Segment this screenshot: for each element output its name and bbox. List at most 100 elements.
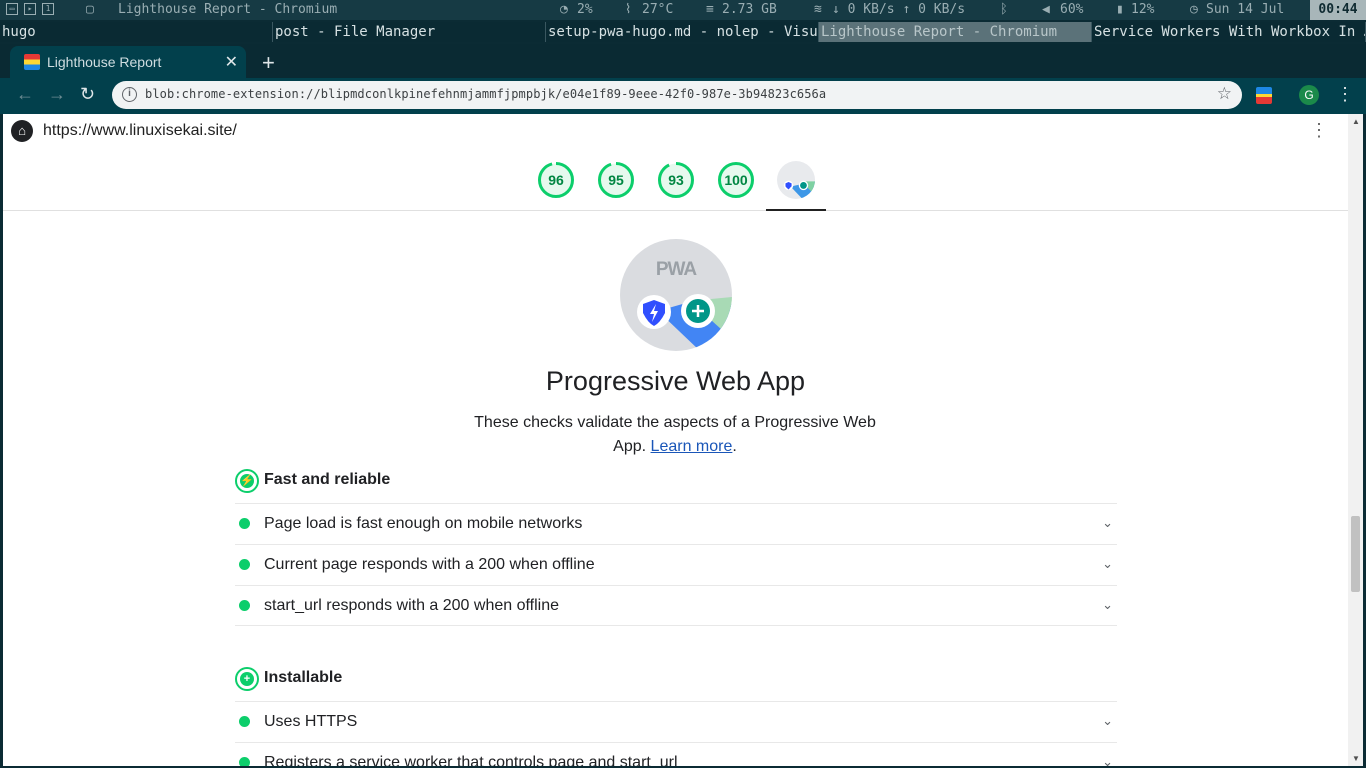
- audit-title: Page load is fast enough on mobile netwo…: [264, 515, 583, 532]
- lighthouse-favicon-icon: [24, 54, 40, 70]
- fast-reliable-icon: ⚡: [235, 469, 259, 493]
- audit-title: Uses HTTPS: [264, 713, 358, 730]
- gauge-best-practices[interactable]: 93: [657, 161, 695, 199]
- lighthouse-logo-icon: ⌂: [11, 120, 33, 142]
- cpu-usage: 2%: [577, 2, 593, 17]
- memory-usage: 2.73 GB: [722, 2, 777, 17]
- audit-row[interactable]: Page load is fast enough on mobile netwo…: [235, 503, 1117, 544]
- score-gauges: 96 95 93 100: [3, 146, 1348, 211]
- time: 00:44: [1310, 0, 1366, 20]
- installable-icon: +: [235, 667, 259, 691]
- audit-list: Uses HTTPS ⌄ Registers a service worker …: [235, 701, 1117, 766]
- pass-indicator: [239, 600, 250, 611]
- audit-row[interactable]: Current page responds with a 200 when of…: [235, 544, 1117, 585]
- gauge-value: 96: [548, 172, 564, 188]
- window-item[interactable]: Service Workers With Workbox In …: [1092, 22, 1366, 42]
- workspace-icon[interactable]: ▭: [6, 3, 18, 15]
- chevron-down-icon[interactable]: ⌄: [1102, 515, 1113, 531]
- window-list: hugo post - File Manager setup-pwa-hugo.…: [0, 22, 1366, 42]
- browser-menu-icon[interactable]: ⋮: [1336, 84, 1354, 105]
- group-header: + Installable: [235, 667, 1117, 697]
- category-title: Progressive Web App: [545, 366, 806, 396]
- audit-list: Page load is fast enough on mobile netwo…: [235, 503, 1117, 626]
- category-description: These checks validate the aspects of a P…: [474, 414, 876, 455]
- system-top-bar: ▭ ▸ 1 ▢ Lighthouse Report - Chromium ◔ 2…: [0, 0, 1366, 20]
- audit-row[interactable]: start_url responds with a 200 when offli…: [235, 585, 1117, 626]
- audit-row[interactable]: Registers a service worker that controls…: [235, 742, 1117, 766]
- audit-group-fast-reliable: ⚡ Fast and reliable Page load is fast en…: [235, 469, 1117, 626]
- audit-group-installable: + Installable Uses HTTPS ⌄ Registers a s…: [235, 667, 1117, 766]
- pass-indicator: [239, 559, 250, 570]
- report-menu-icon[interactable]: ⋮: [1310, 120, 1328, 141]
- tab-strip: Lighthouse Report ✕ +: [0, 44, 1366, 78]
- window-item-active[interactable]: Lighthouse Report - Chromium: [819, 22, 1092, 42]
- clock-icon: ◷: [1190, 2, 1198, 17]
- bluetooth-icon[interactable]: ᛒ: [1000, 2, 1008, 17]
- gauge-value: 93: [668, 172, 684, 188]
- tab-lighthouse-report[interactable]: Lighthouse Report ✕: [10, 46, 246, 78]
- gauge-performance[interactable]: 96: [537, 161, 575, 199]
- pass-indicator: [239, 757, 250, 766]
- wifi-icon: ≋: [814, 2, 822, 17]
- audit-title: Registers a service worker that controls…: [264, 754, 678, 766]
- gauge-accessibility[interactable]: 95: [597, 161, 635, 199]
- pwa-badge-large: PWA: [620, 239, 732, 351]
- pass-indicator: [239, 518, 250, 529]
- battery-level: 12%: [1131, 2, 1155, 17]
- play-icon[interactable]: ▸: [24, 3, 36, 15]
- chevron-down-icon[interactable]: ⌄: [1102, 597, 1113, 613]
- bookmark-star-icon[interactable]: ☆: [1217, 84, 1232, 104]
- learn-more-link[interactable]: Learn more: [651, 438, 733, 455]
- lighthouse-extension-icon[interactable]: [1256, 87, 1272, 104]
- active-category-indicator: [766, 209, 826, 211]
- network-speed: ↓ 0 KB/s ↑ 0 KB/s: [832, 2, 966, 17]
- battery-icon: ▮: [1116, 2, 1124, 17]
- thermometer-icon: ⌇: [625, 2, 632, 17]
- date: Sun 14 Jul: [1206, 2, 1285, 17]
- chevron-down-icon[interactable]: ⌄: [1102, 556, 1113, 572]
- site-info-icon[interactable]: i: [122, 87, 137, 102]
- group-title: Fast and reliable: [264, 471, 391, 488]
- temperature: 27°C: [642, 2, 674, 17]
- back-icon[interactable]: ←: [16, 84, 34, 105]
- cpu-icon: ◔: [560, 2, 568, 17]
- gauge-value: 100: [724, 172, 748, 188]
- address-text[interactable]: blob:chrome-extension://blipmdconlkpinef…: [145, 87, 826, 101]
- page-scrollbar[interactable]: ▲ ▼: [1348, 114, 1363, 766]
- reload-icon[interactable]: ↻: [80, 84, 95, 105]
- pwa-hero-icon: [637, 294, 732, 351]
- window-item[interactable]: setup-pwa-hugo.md - nolep - Visu…: [546, 22, 819, 42]
- audit-title: start_url responds with a 200 when offli…: [264, 597, 559, 614]
- report-url[interactable]: https://www.linuxisekai.site/: [43, 122, 237, 140]
- report-header: ⌂ https://www.linuxisekai.site/ ⋮: [3, 114, 1348, 146]
- window-item[interactable]: post - File Manager: [273, 22, 546, 42]
- window-icon: ▢: [86, 2, 94, 17]
- gauge-value: 95: [608, 172, 624, 188]
- profile-avatar[interactable]: G: [1299, 85, 1319, 105]
- chevron-down-icon[interactable]: ⌄: [1102, 754, 1113, 766]
- volume-icon[interactable]: ◀: [1042, 2, 1050, 17]
- pass-indicator: [239, 716, 250, 727]
- audit-title: Current page responds with a 200 when of…: [264, 556, 595, 573]
- pwa-badge-icon: [783, 180, 815, 199]
- new-tab-icon[interactable]: +: [262, 50, 275, 76]
- forward-icon[interactable]: →: [48, 84, 66, 105]
- address-bar[interactable]: i blob:chrome-extension://blipmdconlkpin…: [112, 81, 1242, 109]
- report-page: ⌂ https://www.linuxisekai.site/ ⋮ 96 95 …: [3, 114, 1348, 766]
- chevron-down-icon[interactable]: ⌄: [1102, 713, 1113, 729]
- close-tab-icon[interactable]: ✕: [225, 52, 238, 72]
- memory-icon: ≡: [706, 2, 714, 17]
- window-item[interactable]: hugo: [0, 22, 273, 42]
- workspace-1-icon[interactable]: 1: [42, 3, 54, 15]
- gauge-seo[interactable]: 100: [717, 161, 755, 199]
- scroll-up-icon[interactable]: ▲: [1352, 117, 1360, 126]
- group-header: ⚡ Fast and reliable: [235, 469, 1117, 499]
- group-title: Installable: [264, 669, 343, 686]
- volume-level: 60%: [1060, 2, 1084, 17]
- pwa-badge-small[interactable]: [777, 161, 815, 199]
- audit-row[interactable]: Uses HTTPS ⌄: [235, 701, 1117, 742]
- scrollbar-thumb[interactable]: [1351, 516, 1360, 592]
- browser-toolbar: ← → ↻ i blob:chrome-extension://blipmdco…: [0, 78, 1366, 114]
- scroll-down-icon[interactable]: ▼: [1352, 754, 1360, 763]
- pwa-badge-text: PWA: [655, 259, 697, 280]
